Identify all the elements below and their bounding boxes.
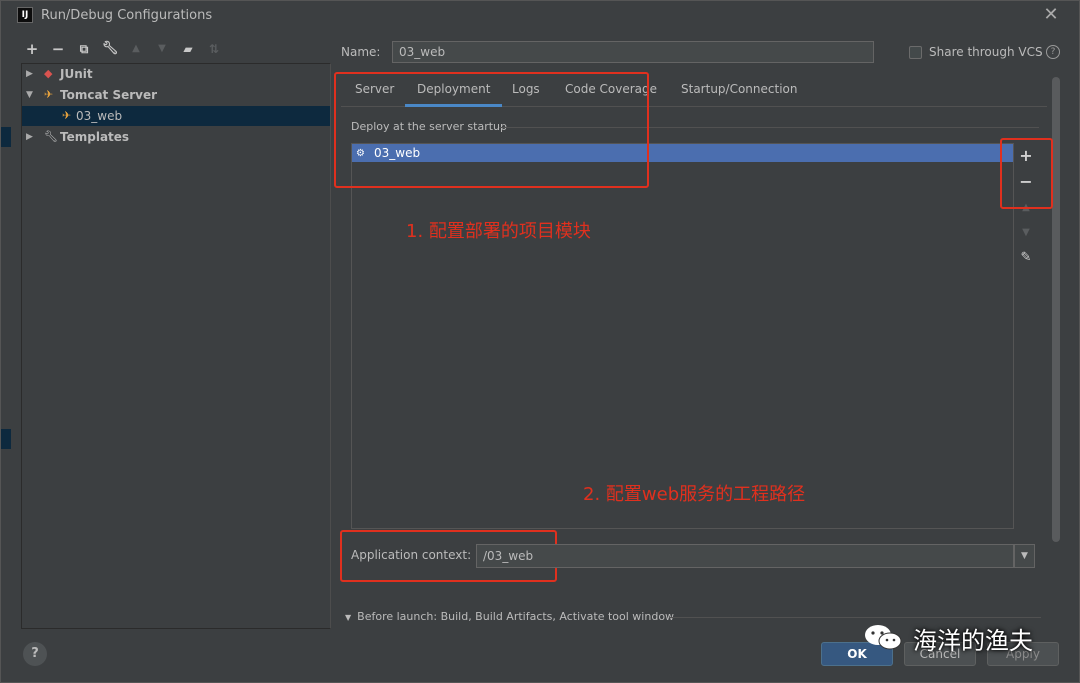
junit-icon: ◆ [44,67,53,80]
watermark: 海洋的渔夫 [863,619,1063,655]
chevron-right-icon[interactable]: ▶ [26,127,33,147]
folder-icon[interactable]: ▰ [179,39,197,59]
watermark-text: 海洋的渔夫 [913,627,1033,655]
title-bar: IJ Run/Debug Configurations ✕ [1,1,1079,31]
name-label: Name: [341,45,381,59]
intellij-logo-icon: IJ [17,7,33,23]
chevron-right-icon[interactable]: ▶ [26,64,33,84]
chevron-down-icon[interactable]: ▼ [1014,544,1035,568]
annotation-step2: 2. 配置web服务的工程路径 [583,484,806,505]
wechat-icon [865,625,902,650]
before-launch-section[interactable]: ▼ Before launch: Build, Build Artifacts, … [345,610,674,623]
background-ide-strip [1,127,11,147]
annotation-box-tabs [334,72,649,188]
add-icon[interactable]: + [23,39,41,59]
tree-item-label: JUnit [60,67,93,81]
tree-item-junit[interactable]: ▶ ◆ JUnit [22,64,330,84]
tree-item-label: Templates [60,130,130,144]
help-icon[interactable]: ? [1046,45,1060,59]
move-up-icon[interactable]: ▲ [127,39,145,59]
help-button[interactable]: ? [23,642,47,666]
sort-icon[interactable]: ⇅ [205,39,223,59]
annotation-step1: 1. 配置部署的项目模块 [406,221,591,242]
close-icon[interactable]: ✕ [1041,5,1061,25]
tomcat-icon: ✈ [62,109,72,122]
remove-icon[interactable]: − [49,39,67,59]
wrench-icon: 🔧︎ [44,130,58,143]
annotation-box-buttons [1000,138,1053,209]
vertical-scrollbar[interactable] [1052,77,1060,542]
dialog-window: IJ Run/Debug Configurations ✕ + − ⧉ 🔧︎ ▲… [0,0,1080,683]
tree-item-label: 03_web [76,109,123,123]
move-down-icon[interactable]: ▼ [1016,223,1036,243]
copy-icon[interactable]: ⧉ [75,39,93,59]
config-toolbar: + − ⧉ 🔧︎ ▲ ▼ ▰ ⇅ [21,37,331,61]
tab-startup-connection[interactable]: Startup/Connection [681,81,797,107]
app-context-label: Application context: [351,548,472,562]
share-vcs-checkbox[interactable] [909,46,922,59]
deploy-list [351,143,1014,529]
tree-item-label: Tomcat Server [60,88,158,102]
edit-pencil-icon[interactable]: ✎ [1016,248,1036,268]
move-down-icon[interactable]: ▼ [153,39,171,59]
chevron-down-icon[interactable]: ▼ [345,613,351,622]
tree-item-tomcat-server[interactable]: ▼ ✈ Tomcat Server [22,85,330,105]
divider [669,617,1041,618]
name-field[interactable]: 03_web [392,41,874,63]
app-context-field[interactable]: /03_web [476,544,1014,568]
share-vcs-label: Share through VCS [929,45,1043,59]
background-ide-strip [1,429,11,449]
tomcat-icon: ✈ [44,88,54,101]
tree-item-03-web[interactable]: ✈ 03_web [22,106,330,126]
before-launch-label: Before launch: Build, Build Artifacts, A… [357,610,675,623]
dialog-title: Run/Debug Configurations [41,8,213,23]
tree-item-templates[interactable]: ▶ 🔧︎ Templates [22,127,330,147]
chevron-down-icon[interactable]: ▼ [26,85,33,105]
wrench-icon[interactable]: 🔧︎ [101,39,119,59]
config-tree: ▶ ◆ JUnit ▼ ✈ Tomcat Server ✈ 03_web ▶ 🔧… [21,63,331,629]
